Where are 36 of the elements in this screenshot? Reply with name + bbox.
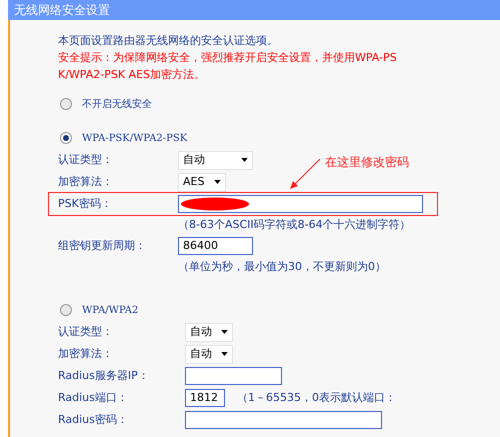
radio-button[interactable] <box>60 132 72 144</box>
field-hint: （1－65535，0表示默认端口： <box>237 390 396 406</box>
radio-label: WPA/WPA2 <box>82 304 138 318</box>
field-label: 认证类型： <box>58 152 113 166</box>
caret-icon <box>221 352 228 356</box>
annotation-text: 在这里修改密码 <box>325 154 409 171</box>
field-label: 加密算法： <box>58 174 113 188</box>
radio-label: 不开启无线安全 <box>82 98 152 112</box>
caret-icon <box>214 180 221 184</box>
dropdown[interactable]: 自动 <box>185 344 233 364</box>
radio-label: WPA-PSK/WPA2-PSK <box>82 132 188 146</box>
field-label: 加密算法： <box>58 346 113 360</box>
field-label: PSK密码： <box>58 196 112 210</box>
intro-text: 本页面设置路由器无线网络的安全认证选项。 <box>58 33 279 49</box>
field-label: Radius服务器IP： <box>58 368 149 382</box>
field-label: Radius端口： <box>58 390 128 404</box>
radio-button[interactable] <box>60 304 72 316</box>
dropdown[interactable]: 自动 <box>178 150 253 170</box>
input-field[interactable]: 1812 <box>185 389 225 407</box>
input-field[interactable]: 86400 <box>178 237 253 255</box>
warning-text: 安全提示：为保障网络安全，强烈推荐开启安全设置，并使用WPA-PSK/WPA2-PSK AES加密方法。 <box>58 50 398 83</box>
field-label: Radius密码： <box>58 412 128 426</box>
arrow <box>289 158 321 190</box>
input-field[interactable] <box>185 367 282 385</box>
window-title: 无线网络安全设置 <box>8 0 500 20</box>
field-label: 组密钥更新周期： <box>58 238 146 252</box>
field-hint: （8-63个ASCII码字符或8-64个十六进制字符） <box>178 216 411 233</box>
caret-icon <box>241 158 248 162</box>
input-field[interactable] <box>185 411 382 429</box>
field-hint: （单位为秒，最小值为30，不更新则为0） <box>178 258 386 275</box>
input-field[interactable] <box>178 195 423 213</box>
radio-button[interactable] <box>60 98 72 110</box>
caret-icon <box>221 330 228 334</box>
field-label: 认证类型： <box>58 324 113 338</box>
dropdown[interactable]: AES <box>178 172 226 192</box>
dropdown[interactable]: 自动 <box>185 322 233 342</box>
